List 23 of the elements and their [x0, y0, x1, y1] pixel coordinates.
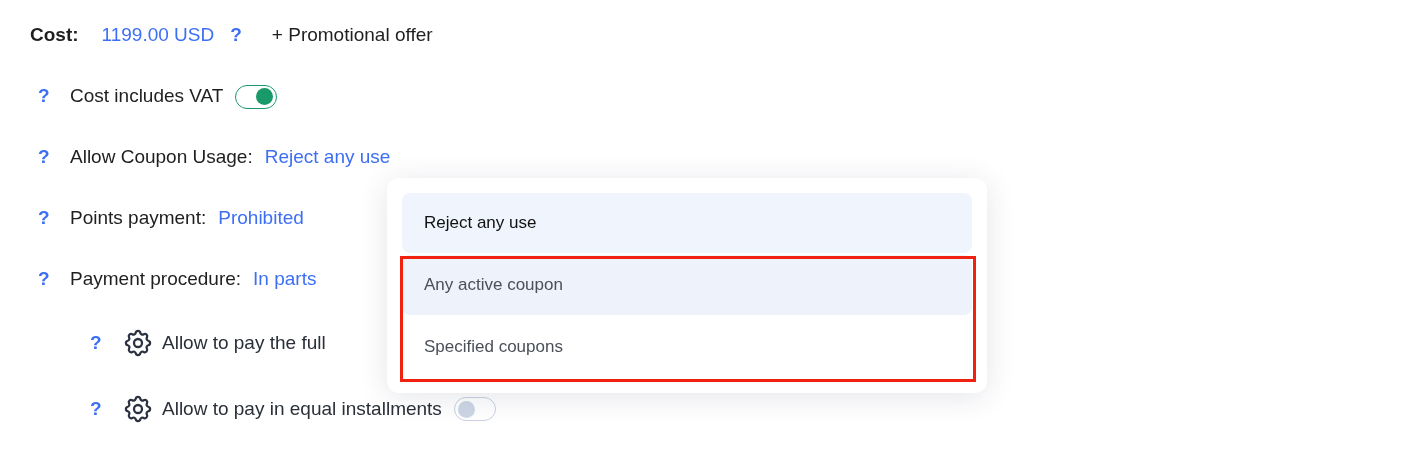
help-icon[interactable]: ?: [38, 204, 52, 233]
select-value[interactable]: Reject any use: [264, 143, 391, 172]
dropdown-option[interactable]: Reject any use: [402, 193, 972, 253]
setting-label: Allow to pay the full: [162, 330, 326, 355]
help-icon[interactable]: ?: [38, 82, 52, 111]
promotional-offer-link[interactable]: + Promotional offer: [271, 21, 433, 50]
setting-label: Cost includes VAT: [70, 84, 224, 109]
setting-label: Points payment:: [70, 206, 207, 231]
help-icon[interactable]: ?: [90, 328, 104, 358]
setting-label: Allow to pay in equal installments: [162, 396, 442, 421]
help-icon[interactable]: ?: [230, 21, 242, 50]
setting-label: Allow Coupon Usage:: [70, 145, 253, 170]
help-icon[interactable]: ?: [38, 143, 52, 172]
select-value[interactable]: Prohibited: [218, 204, 304, 233]
help-icon[interactable]: ?: [90, 394, 104, 424]
dropdown-option[interactable]: Any active coupon: [402, 255, 972, 315]
cost-label: Cost:: [30, 23, 79, 48]
select-value[interactable]: In parts: [253, 265, 317, 294]
gear-icon[interactable]: [122, 393, 154, 425]
gear-icon[interactable]: [122, 327, 154, 359]
setting-label: Payment procedure:: [70, 267, 242, 292]
help-icon[interactable]: ?: [38, 265, 52, 294]
cost-value[interactable]: 1199.00 USD: [101, 21, 215, 50]
